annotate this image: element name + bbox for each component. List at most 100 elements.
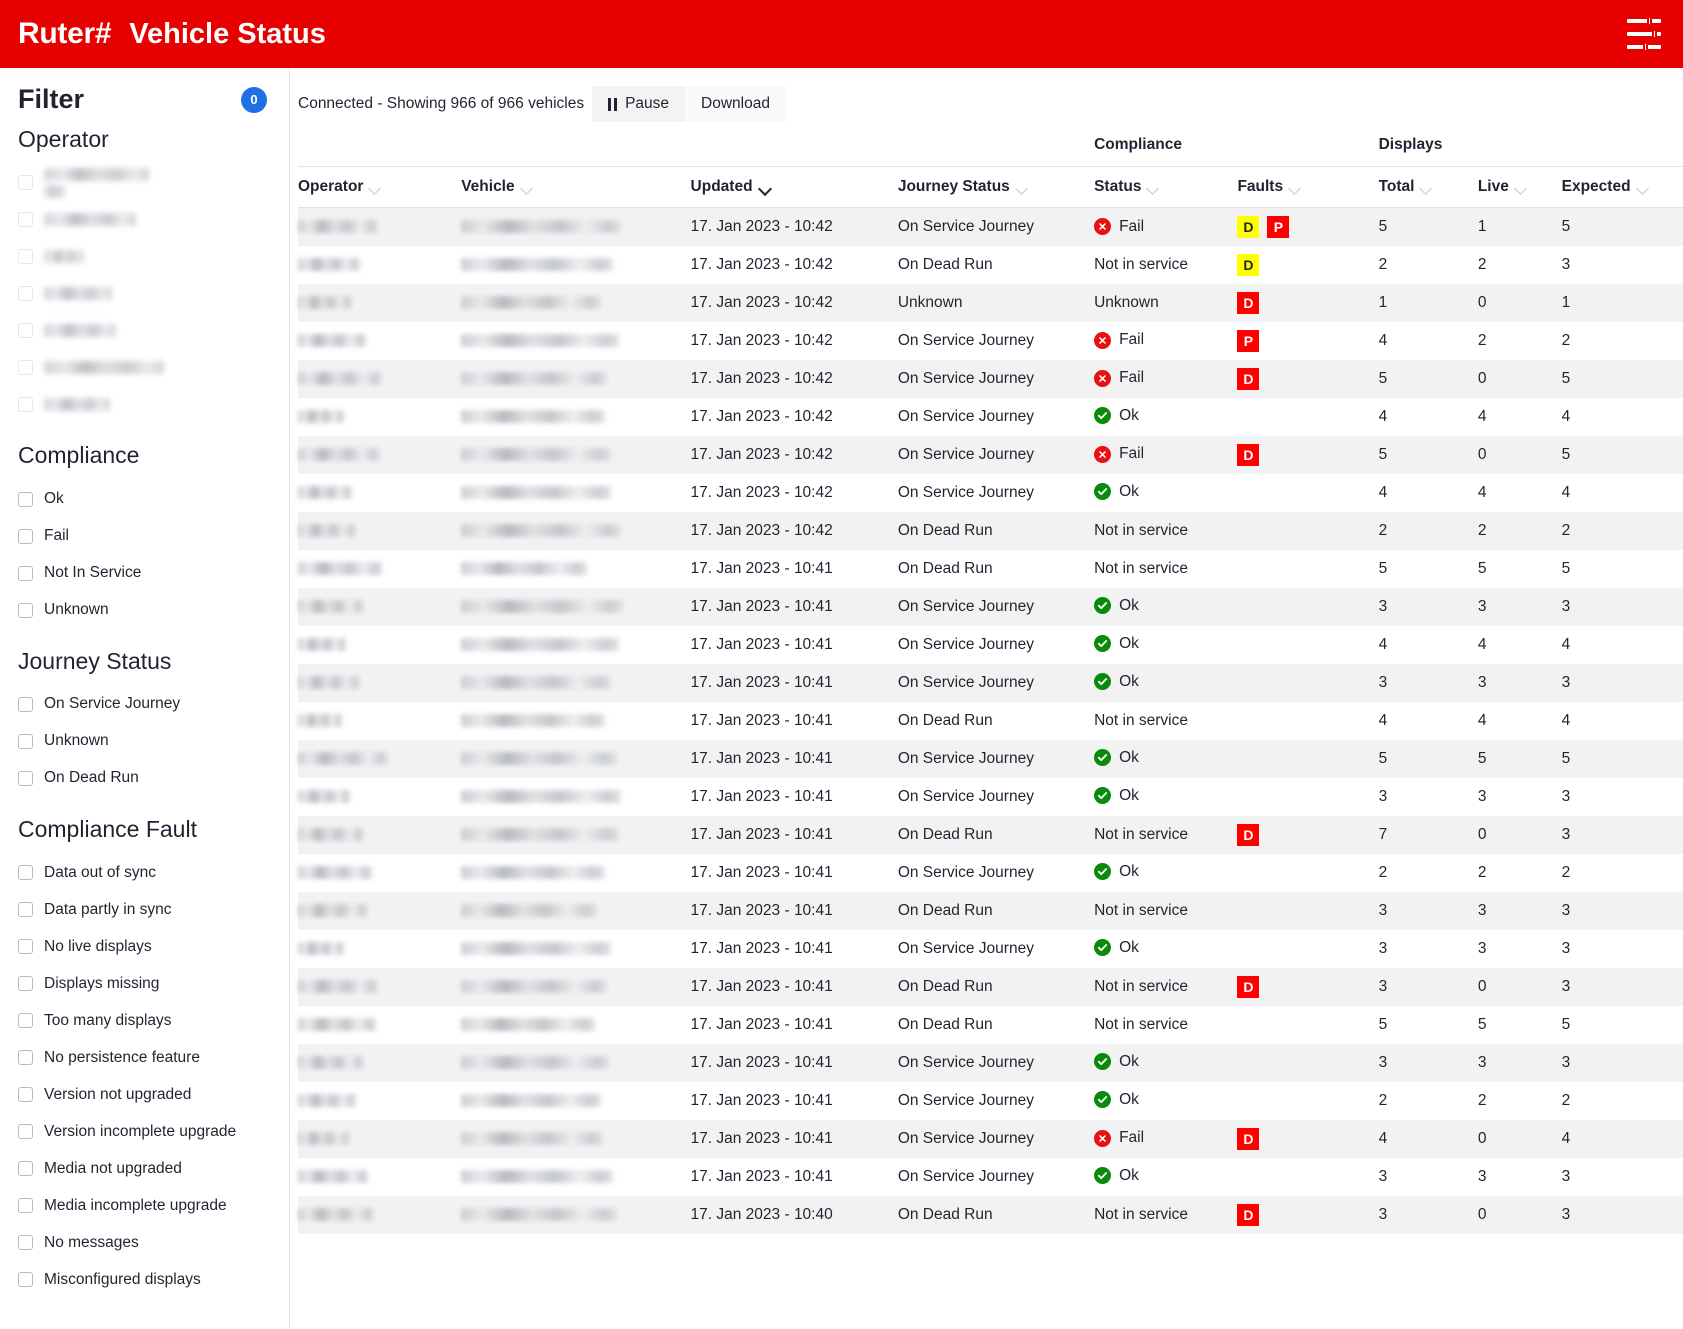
filter-checkbox[interactable] — [18, 696, 33, 712]
table-row[interactable]: 17. Jan 2023 - 10:41 On Service Journey Ok… — [298, 1043, 1683, 1082]
fault-badge[interactable]: D — [1237, 975, 1260, 998]
filter-checkbox[interactable] — [18, 1272, 33, 1288]
filter-checkbox[interactable] — [18, 1198, 33, 1214]
filter-option-operator[interactable] — [18, 238, 289, 275]
chevron-down-icon[interactable] — [1638, 184, 1649, 191]
table-row[interactable]: 17. Jan 2023 - 10:41 On Service Journey Fa… — [298, 1119, 1683, 1158]
filter-option[interactable]: Unknown — [18, 723, 289, 760]
table-row[interactable]: 17. Jan 2023 - 10:41 On Dead Run Not in se… — [298, 702, 1683, 740]
download-button[interactable]: Download — [685, 86, 786, 122]
column-header-journey_status[interactable]: Journey Status — [897, 166, 1095, 208]
table-row[interactable]: 17. Jan 2023 - 10:41 On Service Journey Ok… — [298, 663, 1683, 702]
filter-checkbox[interactable] — [18, 902, 33, 918]
fault-badge[interactable]: D — [1237, 215, 1260, 238]
filter-checkbox[interactable] — [18, 1124, 33, 1140]
filter-checkbox[interactable] — [18, 1161, 33, 1177]
table-row[interactable]: 17. Jan 2023 - 10:42 On Service Journey Ok… — [298, 398, 1683, 436]
filter-checkbox[interactable] — [18, 1087, 33, 1103]
filter-checkbox[interactable] — [18, 602, 33, 618]
column-header-faults[interactable]: Faults — [1237, 166, 1379, 208]
filter-checkbox[interactable] — [18, 770, 33, 786]
table-row[interactable]: 17. Jan 2023 - 10:41 On Service Journey Ok… — [298, 1158, 1683, 1196]
chevron-down-icon[interactable] — [760, 184, 771, 191]
filter-option-operator[interactable] — [18, 386, 289, 423]
column-header-live[interactable]: Live — [1477, 166, 1562, 208]
table-row[interactable]: 17. Jan 2023 - 10:41 On Service Journey Ok… — [298, 626, 1683, 664]
filter-checkbox[interactable] — [18, 212, 33, 228]
table-row[interactable]: 17. Jan 2023 - 10:41 On Dead Run Not in se… — [298, 967, 1683, 1006]
filter-option[interactable]: Media incomplete upgrade — [18, 1187, 289, 1224]
filter-option[interactable]: Media not upgraded — [18, 1150, 289, 1187]
filter-option[interactable]: On Dead Run — [18, 760, 289, 797]
filter-option-operator[interactable] — [18, 312, 289, 349]
filter-checkbox[interactable] — [18, 286, 33, 302]
fault-badge[interactable]: P — [1237, 329, 1260, 352]
table-row[interactable]: 17. Jan 2023 - 10:41 On Service Journey Ok… — [298, 930, 1683, 968]
pause-button[interactable]: Pause — [592, 86, 686, 122]
filter-option[interactable]: Misconfigured displays — [18, 1261, 289, 1298]
filter-checkbox[interactable] — [18, 175, 33, 191]
filter-option[interactable]: Too many displays — [18, 1002, 289, 1039]
filter-option-operator[interactable] — [18, 201, 289, 238]
column-header-status[interactable]: Status — [1094, 166, 1238, 208]
filter-option[interactable]: No persistence feature — [18, 1039, 289, 1076]
filter-checkbox[interactable] — [18, 733, 33, 749]
column-header-total[interactable]: Total — [1378, 166, 1478, 208]
chevron-down-icon[interactable] — [1516, 184, 1527, 191]
column-header-updated[interactable]: Updated — [690, 166, 898, 208]
filter-option[interactable]: Version not upgraded — [18, 1076, 289, 1113]
filter-option[interactable]: No live displays — [18, 928, 289, 965]
filter-checkbox[interactable] — [18, 491, 33, 507]
filter-option-operator[interactable] — [18, 349, 289, 386]
table-row[interactable]: 17. Jan 2023 - 10:42 On Service Journey Fa… — [298, 207, 1683, 246]
filter-checkbox[interactable] — [18, 360, 33, 376]
filter-checkbox[interactable] — [18, 865, 33, 881]
chevron-down-icon[interactable] — [370, 184, 381, 191]
table-row[interactable]: 17. Jan 2023 - 10:41 On Service Journey Ok… — [298, 1082, 1683, 1120]
filter-checkbox[interactable] — [18, 976, 33, 992]
column-header-operator[interactable]: Operator — [298, 166, 462, 208]
table-row[interactable]: 17. Jan 2023 - 10:41 On Dead Run Not in se… — [298, 891, 1683, 930]
table-row[interactable]: 17. Jan 2023 - 10:41 On Dead Run Not in se… — [298, 815, 1683, 854]
table-row[interactable]: 17. Jan 2023 - 10:42 On Service Journey Fa… — [298, 322, 1683, 360]
filter-option-operator[interactable] — [18, 164, 289, 201]
fault-badge[interactable]: D — [1237, 253, 1260, 276]
table-row[interactable]: 17. Jan 2023 - 10:41 On Service Journey Ok… — [298, 778, 1683, 816]
table-row[interactable]: 17. Jan 2023 - 10:40 On Dead Run Not in se… — [298, 1195, 1683, 1234]
filter-checkbox[interactable] — [18, 323, 33, 339]
filter-option[interactable]: On Service Journey — [18, 686, 289, 723]
chevron-down-icon[interactable] — [522, 184, 533, 191]
filter-checkbox[interactable] — [18, 249, 33, 265]
filter-option[interactable]: Fail — [18, 518, 289, 555]
filter-checkbox[interactable] — [18, 1235, 33, 1251]
table-row[interactable]: 17. Jan 2023 - 10:42 On Service Journey Fa… — [298, 359, 1683, 398]
table-row[interactable]: 17. Jan 2023 - 10:42 On Dead Run Not in se… — [298, 246, 1683, 284]
filter-option[interactable]: Displays missing — [18, 965, 289, 1002]
filter-option[interactable]: No messages — [18, 1224, 289, 1261]
filter-checkbox[interactable] — [18, 1013, 33, 1029]
table-row[interactable]: 17. Jan 2023 - 10:41 On Dead Run Not in se… — [298, 1006, 1683, 1044]
table-row[interactable]: 17. Jan 2023 - 10:42 On Service Journey Fa… — [298, 435, 1683, 474]
filter-option[interactable]: Unknown — [18, 592, 289, 629]
filter-option[interactable]: Not In Service — [18, 555, 289, 592]
table-row[interactable]: 17. Jan 2023 - 10:42 On Service Journey Ok… — [298, 474, 1683, 512]
fault-badge[interactable]: D — [1237, 1203, 1260, 1226]
filter-option[interactable]: Data out of sync — [18, 854, 289, 891]
fault-badge[interactable]: D — [1237, 1127, 1260, 1150]
fault-badge[interactable]: D — [1237, 367, 1260, 390]
tune-icon[interactable] — [1627, 16, 1661, 52]
table-row[interactable]: 17. Jan 2023 - 10:42 On Dead Run Not in se… — [298, 511, 1683, 550]
fault-badge[interactable]: D — [1237, 823, 1260, 846]
column-header-vehicle[interactable]: Vehicle — [461, 166, 691, 208]
filter-checkbox[interactable] — [18, 397, 33, 413]
chevron-down-icon[interactable] — [1148, 184, 1159, 191]
filter-checkbox[interactable] — [18, 565, 33, 581]
chevron-down-icon[interactable] — [1290, 184, 1301, 191]
table-row[interactable]: 17. Jan 2023 - 10:41 On Service Journey Ok… — [298, 854, 1683, 892]
filter-option[interactable]: Ok — [18, 481, 289, 518]
filter-checkbox[interactable] — [18, 528, 33, 544]
chevron-down-icon[interactable] — [1017, 184, 1028, 191]
column-header-expected[interactable]: Expected — [1561, 166, 1683, 208]
table-row[interactable]: 17. Jan 2023 - 10:41 On Service Journey Ok… — [298, 587, 1683, 626]
filter-checkbox[interactable] — [18, 1050, 33, 1066]
